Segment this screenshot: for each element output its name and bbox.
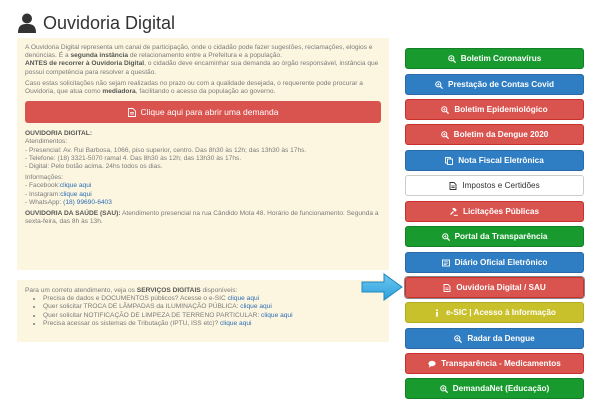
search-plus-icon (441, 232, 450, 241)
intro-paragraph-3: Caso estas solicitações não sejam realiz… (25, 79, 363, 96)
open-demand-label: Clique aqui para abrir uma demanda (140, 107, 279, 118)
info-icon (436, 308, 438, 317)
facebook-link[interactable]: clique aqui (60, 182, 92, 189)
intro-paragraph-2: ANTES de recorrer à Ouvidoria Digital, o… (25, 60, 379, 76)
gavel-icon (450, 207, 458, 216)
newspaper-icon (441, 259, 450, 266)
atendimento-digital: - Digital: Pelo botão acima. 24hs todos … (25, 163, 163, 171)
nota-fiscal-button[interactable]: Nota Fiscal Eletrônica (405, 150, 584, 171)
licitacoes-publicas-button[interactable]: Licitações Públicas (405, 201, 584, 222)
search-plus-icon (447, 54, 456, 63)
boletim-epidemiologico-button[interactable]: Boletim Epidemiológico (405, 99, 584, 120)
servicos-list: Precisa de dados e DOCUMENTOS públicos? … (25, 295, 381, 328)
ouvidoria-info-box: A Ouvidoria Digital representa um canal … (17, 38, 389, 270)
chat-icon (428, 360, 436, 368)
copy-icon (445, 156, 454, 165)
atendimento-presencial: - Presencial: Av. Rui Barbosa, 1066, pis… (25, 146, 307, 154)
boletim-coronavirus-button[interactable]: Boletim Coronavírus (405, 48, 584, 69)
ouvidoria-heading: OUVIDORIA DIGITAL: (25, 130, 93, 138)
limpeza-terreno-link[interactable]: clique aqui (261, 312, 293, 319)
search-plus-icon (439, 384, 448, 393)
user-icon (18, 13, 36, 33)
document-icon (449, 181, 457, 190)
search-plus-icon (441, 105, 450, 114)
list-item: Quer solicitar TROCA DE LÂMPADAS da ILUM… (43, 303, 381, 311)
portal-transparencia-button[interactable]: Portal da Transparência (405, 226, 584, 247)
boletim-dengue-button[interactable]: Boletim da Dengue 2020 (405, 124, 584, 145)
prestacao-contas-covid-button[interactable]: Prestação de Contas Covid (405, 74, 584, 95)
atendimentos-label: Atendimentos: (25, 138, 68, 146)
diario-oficial-button[interactable]: Diário Oficial Eletrônico (405, 252, 584, 273)
page-header: Ouvidoria Digital (18, 10, 175, 36)
instagram-link[interactable]: clique aqui (60, 191, 92, 198)
search-plus-icon (454, 334, 463, 343)
whatsapp-line: - WhatsApp: (18) 99690-6403 (25, 198, 112, 206)
informacoes-label: Informações: (25, 174, 64, 182)
document-icon (127, 107, 136, 117)
ouvidoria-digital-sau-button[interactable]: Ouvidoria Digital / SAU (404, 276, 585, 299)
servicos-intro: Para um correto atendimento, veja os SER… (25, 287, 238, 294)
whatsapp-link[interactable]: (18) 99690-6403 (63, 199, 112, 206)
list-item: Quer solicitar NOTIFICAÇÃO DE LIMPEZA DE… (43, 312, 381, 320)
page-title: Ouvidoria Digital (43, 12, 176, 33)
search-plus-icon (435, 80, 443, 89)
arrow-right-icon (361, 273, 403, 301)
radar-dengue-button[interactable]: Radar da Dengue (405, 328, 584, 349)
transparencia-medicamentos-button[interactable]: Transparência - Medicamentos (405, 353, 584, 374)
servicos-digitais-box: Para um correto atendimento, veja os SER… (17, 280, 389, 342)
list-item: Precisa acessar os sistemas de Tributaçã… (43, 320, 381, 328)
facebook-line: - Facebook:clique aqui (25, 182, 92, 190)
iluminacao-link[interactable]: clique aqui (240, 303, 272, 310)
tributacao-link[interactable]: clique aqui (220, 320, 252, 327)
saude-info: OUVIDORIA DA SAÚDE (SAU): Atendimento pr… (25, 210, 379, 226)
atendimento-telefone: - Telefone: (18) 3321-5070 ramal 4. Das … (25, 154, 242, 162)
document-icon (443, 283, 451, 292)
instagram-line: - Instagram:clique aqui (25, 190, 92, 198)
intro-paragraph-1: A Ouvidoria Digital representa um canal … (25, 44, 373, 60)
impostos-certidoes-button[interactable]: Impostos e Certidões (405, 175, 584, 196)
demandanet-educacao-button[interactable]: DemandaNet (Educação) (405, 378, 584, 399)
open-demand-button[interactable]: Clique aqui para abrir uma demanda (25, 101, 381, 124)
esic-acesso-informacao-button[interactable]: e-SIC | Acesso à Informação (405, 302, 584, 323)
esic-link[interactable]: clique aqui (228, 295, 260, 302)
search-plus-icon (440, 130, 449, 139)
